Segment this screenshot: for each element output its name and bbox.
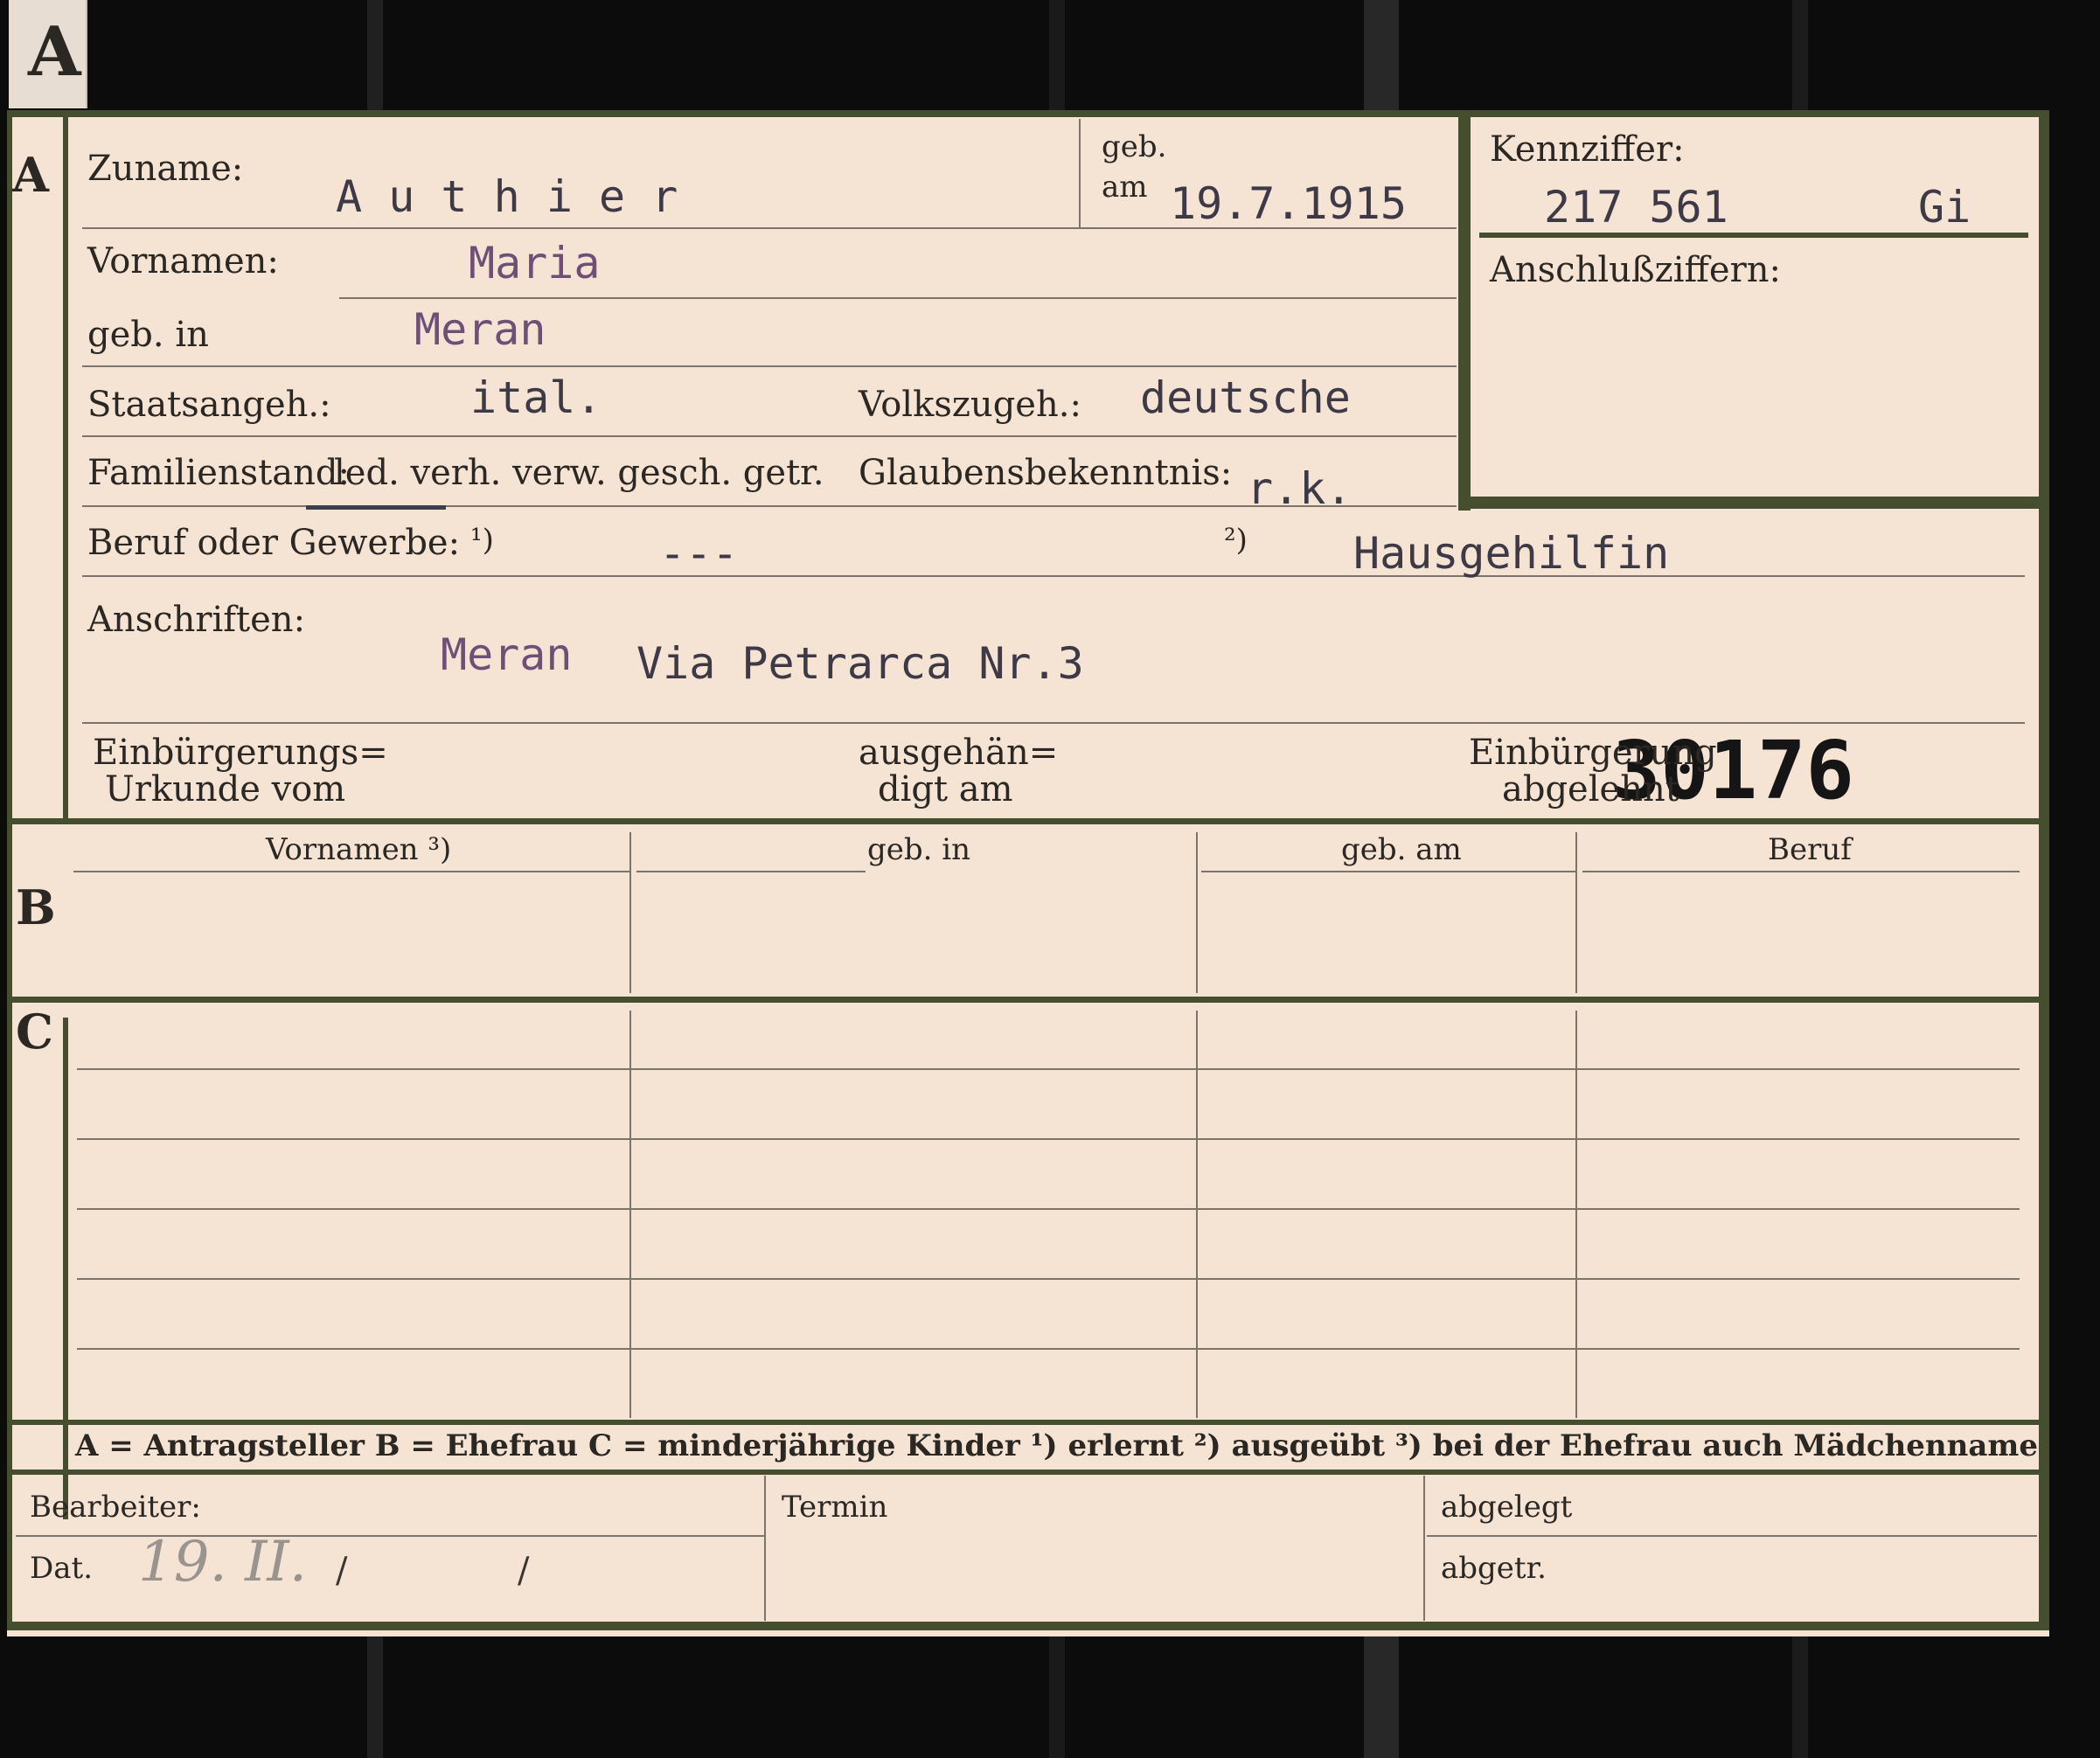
- geb-in-value: Meran: [414, 304, 546, 355]
- address-street: Via Petrarca Nr.3: [636, 638, 1084, 689]
- ausgehaen-line1: ausgehän=: [859, 733, 1059, 773]
- dat-label: Dat.: [30, 1551, 94, 1586]
- b-col-vornamen: Vornamen ³): [266, 832, 452, 867]
- surname-label: Zuname:: [87, 149, 244, 189]
- legend: A = Antragsteller B = Ehefrau C = minder…: [75, 1428, 2038, 1463]
- bearbeiter-label: Bearbeiter:: [30, 1490, 201, 1525]
- date-slash-1: /: [336, 1551, 348, 1591]
- abgetr-label: abgetr.: [1441, 1551, 1547, 1586]
- index-tab: A: [9, 0, 87, 108]
- ausgehaen-line2: digt am: [878, 769, 1013, 810]
- b-col-beruf: Beruf: [1768, 832, 1852, 867]
- section-a-letter: A: [12, 147, 49, 203]
- beruf-label: Beruf oder Gewerbe:: [87, 523, 461, 563]
- einb-abgelehnt-line1: Einbürgerung: [1469, 733, 1717, 773]
- einb-urkunde-line1: Einbürgerungs=: [93, 733, 388, 773]
- section-c-letter: C: [16, 1004, 53, 1060]
- kennziffer-number: 217 561: [1544, 182, 1728, 233]
- surname-value: A u t h i e r: [336, 171, 678, 222]
- registration-card: A Zuname: A u t h i e r geb. am 19.7.191…: [7, 110, 2049, 1636]
- kennziffer-label: Kennziffer:: [1490, 129, 1685, 170]
- anschriften-label: Anschriften:: [87, 600, 306, 640]
- einb-abgelehnt-line2: abgelehnt: [1502, 769, 1679, 810]
- b-col-geb-am: geb. am: [1341, 832, 1462, 867]
- beruf-value1: ---: [659, 528, 739, 579]
- termin-label: Termin: [782, 1490, 888, 1525]
- familienstand-label: Familienstand:: [87, 453, 350, 493]
- glaubens-label: Glaubensbekenntnis:: [859, 453, 1233, 493]
- tab-letter: A: [28, 12, 81, 92]
- address-city: Meran: [441, 629, 573, 680]
- volkszugeh-value: deutsche: [1140, 372, 1351, 423]
- volkszugeh-label: Volkszugeh.:: [859, 385, 1081, 425]
- date-handwritten: 19. II.: [138, 1530, 308, 1595]
- kennziffer-suffix: Gi: [1918, 182, 1971, 233]
- vornamen-label: Vornamen:: [87, 241, 279, 281]
- anschluss-label: Anschlußziffern:: [1490, 250, 1781, 290]
- section-b-letter: B: [16, 879, 56, 935]
- geb-in-label: geb. in: [87, 315, 209, 355]
- beruf-mark2: ²): [1224, 523, 1248, 558]
- b-col-geb-in: geb. in: [867, 832, 971, 867]
- familienstand-options: led. verh. verw. gesch. getr.: [334, 453, 824, 493]
- staatsangeh-label: Staatsangeh.:: [87, 385, 331, 425]
- date-slash-2: /: [518, 1551, 530, 1591]
- geb-label: geb.: [1102, 129, 1167, 164]
- beruf-mark1: ¹): [470, 523, 494, 558]
- staatsangeh-value: ital.: [470, 372, 602, 423]
- beruf-value2: Hausgehilfin: [1353, 528, 1670, 579]
- einb-urkunde-line2: Urkunde vom: [105, 769, 346, 810]
- birth-date: 19.7.1915: [1170, 178, 1407, 229]
- glaubens-value: r.k.: [1247, 463, 1352, 514]
- am-label: am: [1102, 170, 1148, 205]
- abgelegt-label: abgelegt: [1441, 1490, 1573, 1525]
- vornamen-value: Maria: [469, 238, 601, 288]
